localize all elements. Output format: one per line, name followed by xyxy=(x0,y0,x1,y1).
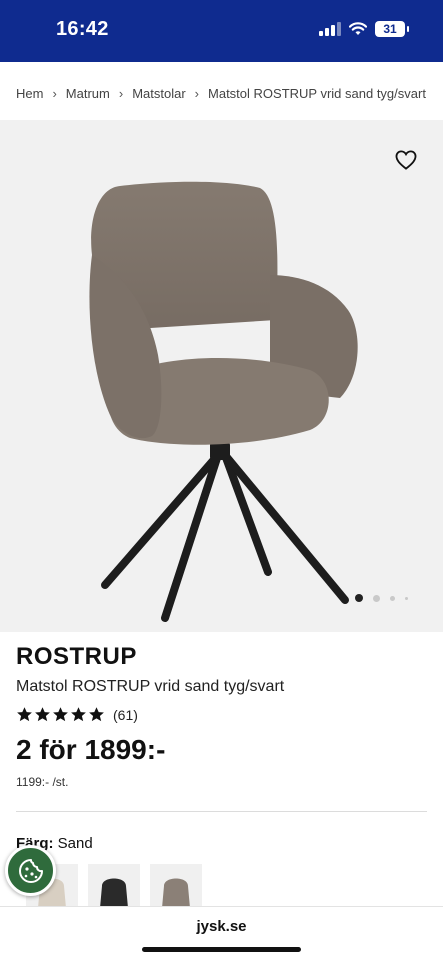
battery-icon: 31 xyxy=(375,21,409,37)
star-icon xyxy=(71,707,86,722)
breadcrumb-separator: › xyxy=(118,86,124,101)
breadcrumb-item-matrum[interactable]: Matrum xyxy=(66,86,110,101)
wifi-icon xyxy=(349,22,367,35)
signal-icon xyxy=(319,22,341,36)
cookie-settings-button[interactable] xyxy=(5,845,56,896)
cookie-icon xyxy=(18,858,43,883)
breadcrumb-separator: › xyxy=(194,86,200,101)
gallery-pagination xyxy=(355,594,408,602)
product-rating[interactable]: (61) xyxy=(16,706,138,723)
review-count[interactable]: (61) xyxy=(113,707,138,723)
rating-stars xyxy=(16,706,105,723)
gallery-dot[interactable] xyxy=(390,595,395,601)
breadcrumb-item-matstolar[interactable]: Matstolar xyxy=(132,86,185,101)
breadcrumb-item-current: Matstol ROSTRUP vrid sand tyg/svart xyxy=(208,86,426,101)
color-value: Sand xyxy=(57,835,93,852)
star-icon xyxy=(53,707,68,722)
browser-url-bar[interactable]: jysk.se xyxy=(0,906,443,960)
star-icon xyxy=(17,707,32,722)
product-price: 2 för 1899:- xyxy=(16,734,166,765)
status-time: 16:42 xyxy=(56,18,109,40)
product-name: ROSTRUP xyxy=(16,643,137,670)
chair-product-image xyxy=(89,181,358,622)
swatch-sand-chair[interactable] xyxy=(150,864,202,908)
star-icon xyxy=(89,707,104,722)
product-description: Matstol ROSTRUP vrid sand tyg/svart xyxy=(16,678,285,695)
heart-icon[interactable] xyxy=(395,150,417,170)
product-image-gallery[interactable] xyxy=(0,120,443,632)
divider xyxy=(16,811,427,812)
gallery-dot[interactable] xyxy=(405,596,408,600)
gallery-dot-active[interactable] xyxy=(355,594,363,602)
swatch-black-chair[interactable] xyxy=(88,864,140,908)
url-text[interactable]: jysk.se xyxy=(0,918,443,935)
home-indicator[interactable] xyxy=(142,947,301,952)
unit-price: 1199:- /st. xyxy=(16,775,69,789)
breadcrumb-separator: › xyxy=(52,86,57,101)
breadcrumb: Hem › Matrum › Matstolar › Matstol ROSTR… xyxy=(16,86,426,101)
gallery-dot[interactable] xyxy=(373,594,380,602)
status-bar: 16:42 31 xyxy=(0,0,443,62)
star-icon xyxy=(35,707,50,722)
breadcrumb-item-hem[interactable]: Hem xyxy=(16,86,43,101)
status-icons: 31 xyxy=(319,21,409,37)
